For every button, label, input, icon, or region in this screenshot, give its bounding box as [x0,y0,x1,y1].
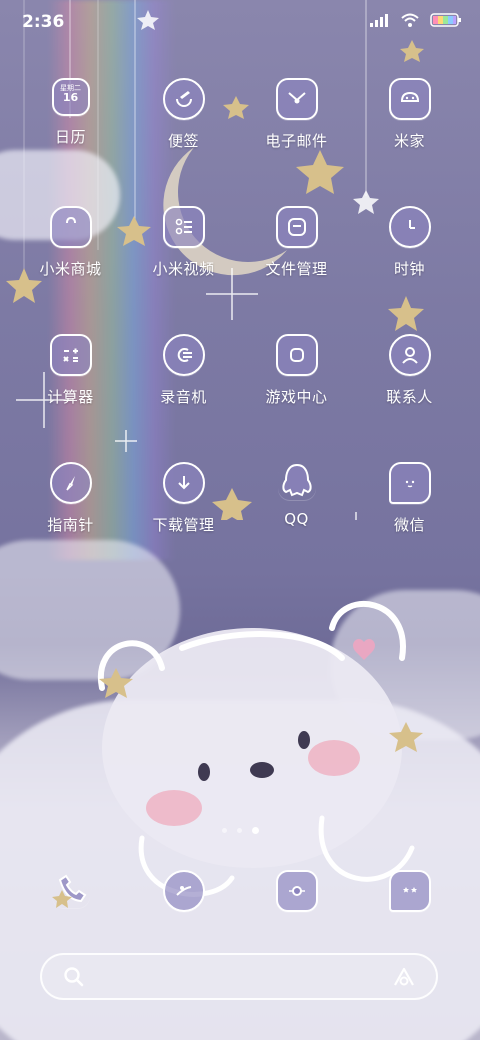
compass-icon [49,462,92,504]
status-time: 2:36 [22,12,65,32]
game-center-icon [275,334,318,376]
app-label: 指南针 [47,516,94,534]
download-icon [162,462,205,504]
app-grid: 星期二 16 日历 便签 电子邮件 米家 小米商城 小米视频 文件管理 时钟 计… [14,78,466,590]
wifi-icon [401,13,419,27]
calendar-icon: 星期二 16 [51,78,90,116]
signal-icon [370,14,388,27]
wechat-icon [388,462,431,504]
phone-icon [51,870,90,908]
app-mi-store[interactable]: 小米商城 [14,206,127,334]
app-label: 文件管理 [265,260,328,278]
notes-icon [162,78,205,120]
page-indicator [214,826,266,834]
app-qq[interactable]: QQ [240,462,353,590]
app-calculator[interactable]: 计算器 [14,334,127,462]
app-mi-video[interactable]: 小米视频 [127,206,240,334]
calculator-icon [49,334,92,376]
dock-phone[interactable] [14,870,127,912]
file-manager-icon [275,206,318,248]
status-icons [370,12,462,28]
app-contacts[interactable]: 联系人 [353,334,466,462]
app-mijia[interactable]: 米家 [353,78,466,206]
app-label: 时钟 [393,260,425,278]
app-game-center[interactable]: 游戏中心 [240,334,353,462]
dock-messages[interactable] [353,870,466,912]
app-label: 小米视频 [152,260,215,278]
app-label: 米家 [393,132,425,150]
app-label: 便签 [167,132,199,150]
app-recorder[interactable]: 录音机 [127,334,240,462]
qq-icon [278,462,316,500]
app-label: 游戏中心 [265,388,328,406]
app-file-manager[interactable]: 文件管理 [240,206,353,334]
app-compass[interactable]: 指南针 [14,462,127,590]
app-mail[interactable]: 电子邮件 [240,78,353,206]
video-icon [162,206,205,248]
dock-camera[interactable] [240,870,353,912]
app-label: 下载管理 [152,516,215,534]
app-label: 电子邮件 [265,132,328,150]
clock-icon [388,206,431,248]
xiaoai-assistant-icon[interactable] [390,963,418,991]
page-dot[interactable] [221,827,227,833]
app-label: 计算器 [47,388,94,406]
app-label: QQ [284,510,309,528]
contacts-icon [388,334,431,376]
app-label: 联系人 [386,388,433,406]
page-dot-active[interactable] [251,826,259,834]
page-dot[interactable] [236,827,242,833]
shopping-bag-icon [49,206,92,248]
calendar-day: 16 [62,91,79,104]
messages-icon [388,870,431,912]
app-label: 录音机 [160,388,207,406]
mijia-icon [388,78,431,120]
app-wechat[interactable]: 微信 [353,462,466,590]
status-bar: 2:36 [0,0,480,44]
app-label: 日历 [54,128,86,146]
app-calendar[interactable]: 星期二 16 日历 [14,78,127,206]
app-label: 小米商城 [39,260,102,278]
browser-icon [162,870,205,912]
app-download-manager[interactable]: 下载管理 [127,462,240,590]
camera-icon [275,870,318,912]
app-notes[interactable]: 便签 [127,78,240,206]
search-bar[interactable] [40,953,438,1000]
battery-icon [430,13,461,27]
dock [14,870,466,912]
app-clock[interactable]: 时钟 [353,206,466,334]
search-icon[interactable] [62,965,86,989]
mail-icon [275,78,318,120]
dock-browser[interactable] [127,870,240,912]
recorder-icon [162,334,205,376]
app-label: 微信 [393,516,425,534]
